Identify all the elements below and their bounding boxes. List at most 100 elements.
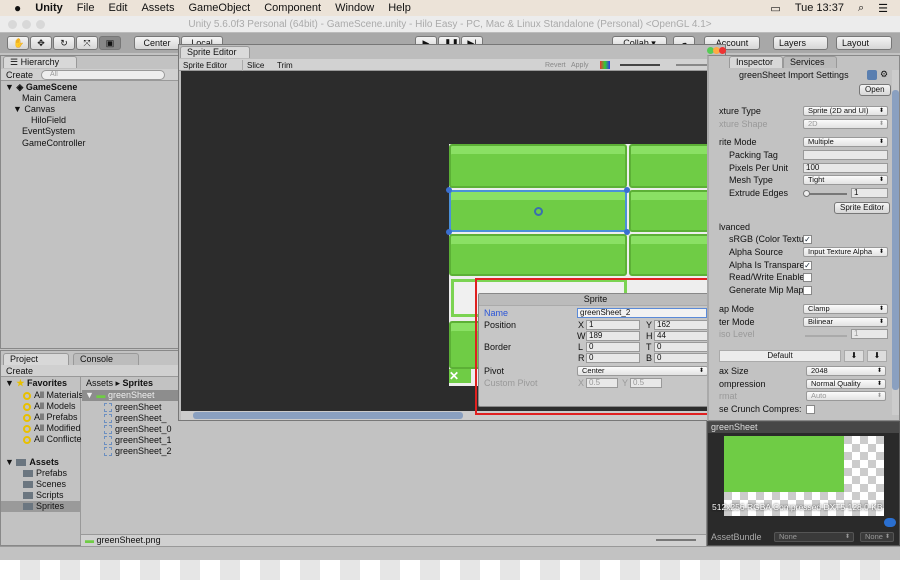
filter-mode-dropdown[interactable]: Bilinear xyxy=(803,317,888,327)
battery-icon[interactable]: ▭ xyxy=(770,2,780,15)
color-channel-icon[interactable] xyxy=(600,61,610,69)
hierarchy-item[interactable]: Main Camera xyxy=(22,93,76,104)
border-t-input[interactable]: 0 xyxy=(654,342,708,352)
folder-item[interactable]: Scenes xyxy=(23,479,66,490)
favorite-item[interactable]: All Prefabs xyxy=(23,412,78,423)
sprite-editor-button[interactable]: Sprite Editor xyxy=(834,202,891,214)
zoom-window-button[interactable] xyxy=(36,20,45,29)
custom-pivot-y[interactable]: 0.5 xyxy=(630,378,662,388)
favorites-node[interactable]: ▼ ★ Favorites xyxy=(5,378,67,389)
tab-hierarchy[interactable]: ☰ Hierarchy xyxy=(3,56,77,68)
favorite-item[interactable]: All Models xyxy=(23,401,76,412)
gear-icon[interactable]: ⚙ xyxy=(880,69,888,80)
hierarchy-item[interactable]: GameController xyxy=(22,138,86,149)
breadcrumb-sprites[interactable]: Sprites xyxy=(123,378,154,388)
advanced-foldout[interactable]: lvanced xyxy=(719,222,750,233)
assets-node[interactable]: ▼ Assets xyxy=(5,457,59,468)
rect-tool-icon[interactable]: ▣ xyxy=(99,36,121,50)
trim-button[interactable]: Trim xyxy=(277,60,293,71)
platform-standalone-tab[interactable]: ⬇ xyxy=(844,350,864,362)
compression-dropdown[interactable]: Normal Quality xyxy=(806,379,886,389)
assetbundle-variant-dropdown[interactable]: None xyxy=(860,532,894,542)
menu-app[interactable]: Unity xyxy=(35,2,63,14)
alpha-transparent-checkbox[interactable]: ✓ xyxy=(803,261,812,270)
hierarchy-item[interactable]: ▼ Canvas xyxy=(13,104,55,115)
border-b-input[interactable]: 0 xyxy=(654,353,708,363)
create-button[interactable]: Create xyxy=(6,70,33,81)
assetbundle-dropdown[interactable]: None xyxy=(774,532,854,542)
corner-handle[interactable] xyxy=(446,229,452,235)
max-size-dropdown[interactable]: 2048 xyxy=(806,366,886,376)
zoom-slider[interactable] xyxy=(620,64,660,66)
menu-assets[interactable]: Assets xyxy=(141,2,174,14)
extrude-slider[interactable] xyxy=(803,190,847,197)
platform-default-tab[interactable]: Default xyxy=(719,350,841,362)
mesh-type-dropdown[interactable]: Tight xyxy=(803,175,888,185)
packing-tag-input[interactable] xyxy=(803,150,888,160)
favorite-item[interactable]: All Modified xyxy=(23,423,81,434)
favorite-item[interactable]: All Materials xyxy=(23,390,83,401)
hierarchy-item[interactable]: HiloField xyxy=(31,115,66,126)
tab-services[interactable]: Services xyxy=(783,56,837,68)
format-dropdown[interactable]: Auto xyxy=(806,391,886,401)
menu-component[interactable]: Component xyxy=(264,2,321,14)
menu-file[interactable]: File xyxy=(77,2,95,14)
apple-icon[interactable]: ● xyxy=(14,1,21,15)
menu-gameobject[interactable]: GameObject xyxy=(188,2,250,14)
minimize-window-button[interactable] xyxy=(22,20,31,29)
crunch-checkbox[interactable] xyxy=(806,405,815,414)
tab-project[interactable]: Project xyxy=(3,353,69,365)
height-input[interactable]: 44 xyxy=(654,331,708,341)
help-icon[interactable] xyxy=(867,70,877,80)
favorite-item[interactable]: All Conflicte xyxy=(23,434,82,445)
texture-type-dropdown[interactable]: Sprite (2D and UI) xyxy=(803,106,888,116)
name-input[interactable]: greenSheet_2 xyxy=(577,308,707,318)
corner-handle[interactable] xyxy=(624,229,630,235)
icon-size-slider[interactable] xyxy=(656,539,696,541)
sprite-item[interactable]: greenSheet_2 xyxy=(104,446,172,457)
read-write-checkbox[interactable] xyxy=(803,273,812,282)
pivot-handle[interactable] xyxy=(534,207,543,216)
srgb-checkbox[interactable]: ✓ xyxy=(803,235,812,244)
sheet-item[interactable]: ▼ ▬ greenSheet xyxy=(82,390,180,401)
border-r-input[interactable]: 0 xyxy=(586,353,640,363)
folder-item[interactable]: Prefabs xyxy=(23,468,67,479)
close-button[interactable] xyxy=(719,47,726,54)
width-input[interactable]: 189 xyxy=(586,331,640,341)
tag-icon[interactable] xyxy=(884,518,896,527)
search-icon[interactable]: ⌕ xyxy=(858,2,864,15)
sprite-rect[interactable] xyxy=(449,144,627,188)
platform-android-tab[interactable]: ⬇ xyxy=(867,350,887,362)
breadcrumb-assets[interactable]: Assets xyxy=(86,378,113,388)
custom-pivot-x[interactable]: 0.5 xyxy=(586,378,618,388)
clock[interactable]: Tue 13:37 xyxy=(795,2,844,14)
pivot-dropdown[interactable]: Center xyxy=(577,366,708,376)
folder-item-selected[interactable]: Sprites xyxy=(1,501,81,512)
menu-help[interactable]: Help xyxy=(388,2,411,14)
layout-dropdown[interactable]: Layout xyxy=(836,36,892,50)
folder-item[interactable]: Scripts xyxy=(23,490,64,501)
inspector-scrollbar[interactable] xyxy=(892,70,899,415)
scene-gamescene[interactable]: ▼ ◈ GameScene xyxy=(5,82,77,93)
sprite-rect[interactable] xyxy=(449,234,627,276)
open-button[interactable]: Open xyxy=(859,84,891,96)
menu-edit[interactable]: Edit xyxy=(108,2,127,14)
corner-handle[interactable] xyxy=(624,187,630,193)
texture-shape-dropdown[interactable]: 2D xyxy=(803,119,888,129)
slice-dropdown[interactable]: Slice xyxy=(247,60,264,71)
border-l-input[interactable]: 0 xyxy=(586,342,640,352)
apply-button[interactable]: Apply xyxy=(571,60,589,71)
close-window-button[interactable] xyxy=(8,20,17,29)
sprite-rect[interactable] xyxy=(629,234,716,276)
extrude-input[interactable]: 1 xyxy=(851,188,888,198)
sprite-rect[interactable] xyxy=(629,190,716,232)
menu-window[interactable]: Window xyxy=(335,2,374,14)
alpha-source-dropdown[interactable]: Input Texture Alpha xyxy=(803,247,888,257)
scale-tool-icon[interactable]: ⤧ xyxy=(76,36,98,50)
layers-dropdown[interactable]: Layers xyxy=(773,36,828,50)
rotate-tool-icon[interactable]: ↻ xyxy=(53,36,75,50)
create-button[interactable]: Create xyxy=(6,366,33,377)
revert-button[interactable]: Revert xyxy=(545,60,566,71)
mipmaps-checkbox[interactable] xyxy=(803,286,812,295)
sprite-item[interactable]: greenSheet xyxy=(104,402,162,413)
